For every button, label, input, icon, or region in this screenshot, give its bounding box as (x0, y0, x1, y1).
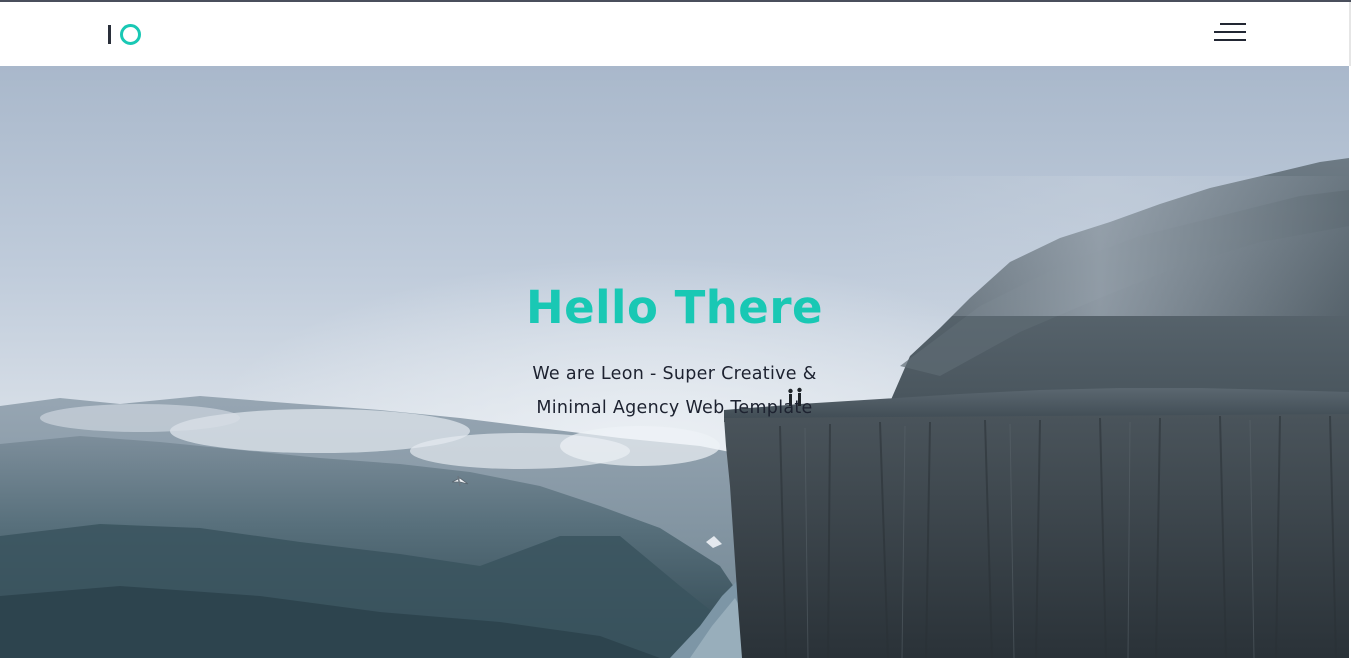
navbar (0, 2, 1351, 66)
menu-line (1214, 39, 1246, 41)
logo-bar (108, 25, 111, 44)
hero-section: Hello There We are Leon - Super Creative… (0, 66, 1349, 658)
hero-subtitle: We are Leon - Super Creative & Minimal A… (532, 364, 817, 418)
hero-title: Hello There (525, 281, 824, 334)
logo[interactable] (108, 23, 142, 47)
hamburger-menu-icon[interactable] (1212, 20, 1248, 46)
menu-line (1214, 31, 1246, 33)
menu-line (1220, 23, 1246, 25)
logo-ring-icon (120, 24, 141, 45)
